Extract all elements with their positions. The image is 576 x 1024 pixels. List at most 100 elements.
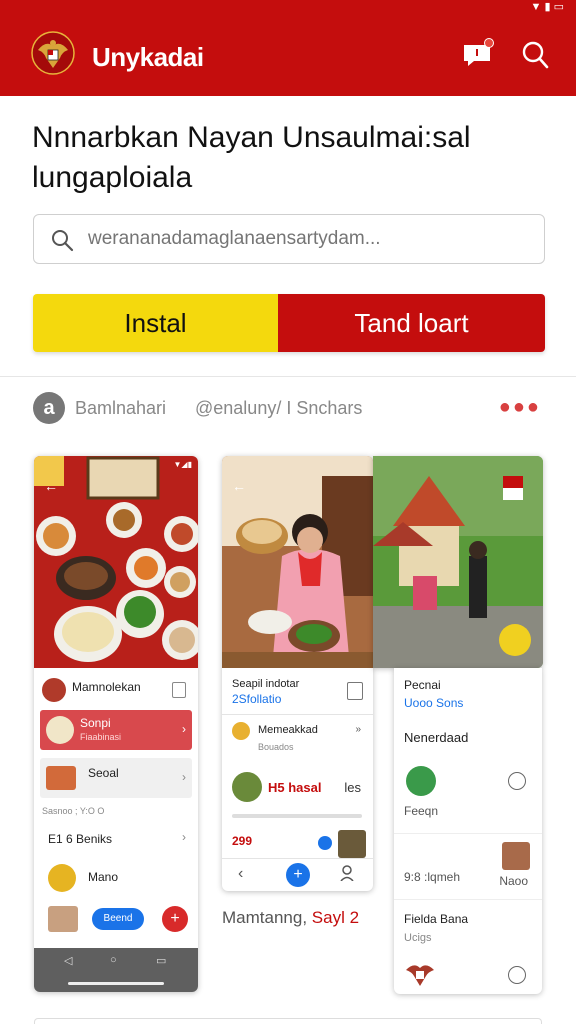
street-photo-image xyxy=(373,456,543,668)
list-item[interactable]: Seoal › xyxy=(34,758,198,798)
list-item[interactable]: E1 6 Beniks › xyxy=(34,824,198,854)
app-screenshot-2[interactable]: ← Seapil indotar 2Sfollatio Memeakkad Bo… xyxy=(222,456,373,891)
back-icon[interactable]: ← xyxy=(232,478,246,494)
app-screenshot-3[interactable]: Pecnai Uooo Sons Nenerdaad Feeqn 9:8 :lq… xyxy=(394,668,542,994)
caption-text: Mamtanng, xyxy=(222,908,308,927)
nav-bar: ◁ ○ ▭ xyxy=(34,948,198,992)
next-section-edge xyxy=(34,1018,542,1024)
header-title: Mamnolekan xyxy=(72,680,141,694)
item-title: H5 hasal xyxy=(268,780,322,795)
pill-button[interactable]: Beend xyxy=(92,908,144,930)
list-item[interactable]: Nenerdaad xyxy=(394,726,542,756)
search-icon[interactable] xyxy=(520,40,550,70)
list-item[interactable]: Fielda Bana Ucigs xyxy=(394,908,542,948)
avatar xyxy=(42,678,66,702)
screenshot-caption: Mamtanng, Sayl 2 xyxy=(222,908,359,928)
caption-highlight: Sayl 2 xyxy=(311,908,360,927)
list-header: Pecnai Uooo Sons xyxy=(394,676,542,716)
street-photo xyxy=(373,456,543,668)
header-subtitle: 2Sfollatio xyxy=(232,692,282,706)
item-value: Naoo xyxy=(499,874,528,888)
item-thumbnail xyxy=(46,716,74,744)
more-options-icon[interactable]: ●●● xyxy=(499,396,541,419)
item-title: Feeqn xyxy=(404,804,439,818)
mini-status-icons: ▼◢▮ xyxy=(173,460,192,469)
price-row: 299 xyxy=(222,828,373,858)
share-icon[interactable] xyxy=(347,682,363,700)
header-subtitle: Uooo Sons xyxy=(404,696,464,710)
comment-icon[interactable] xyxy=(508,772,526,790)
search-box[interactable] xyxy=(33,214,545,264)
search-icon xyxy=(52,230,74,252)
add-icon[interactable]: + xyxy=(162,906,188,932)
forward-icon[interactable]: » xyxy=(355,724,361,735)
price: 299 xyxy=(232,834,253,848)
item-thumbnail xyxy=(46,766,76,790)
install-button[interactable]: Instal xyxy=(33,294,278,352)
comment-icon[interactable] xyxy=(508,966,526,984)
share-icon[interactable] xyxy=(172,682,186,698)
chevron-right-icon: › xyxy=(182,722,186,736)
item-subtitle: Bouados xyxy=(258,742,294,752)
list-item[interactable]: Sonpi Fiaabinasi › xyxy=(34,710,198,750)
back-chevron-icon[interactable]: ‹ xyxy=(238,865,243,883)
nav-home-icon[interactable]: ○ xyxy=(110,954,117,966)
nav-recent-icon[interactable]: ▭ xyxy=(156,954,166,967)
food-photo xyxy=(34,456,198,668)
item-title: Memeakkad xyxy=(258,724,318,736)
list-header: Seapil indotar 2Sfollatio xyxy=(222,676,373,716)
header-title: Pecnai xyxy=(404,678,441,692)
secondary-button[interactable]: Tand loart xyxy=(278,294,545,352)
chevron-right-icon: › xyxy=(182,770,186,784)
add-icon[interactable]: + xyxy=(286,863,310,887)
list-item[interactable]: Beend + xyxy=(34,904,198,934)
app-bar: Unykadai xyxy=(0,14,576,96)
profile-icon[interactable] xyxy=(340,865,354,882)
item-title: Nenerdaad xyxy=(404,730,469,745)
item-subtitle: Sasnoo ; Y:O O xyxy=(42,806,105,816)
garuda-emblem-icon xyxy=(406,965,434,986)
notification-dot xyxy=(484,38,494,48)
item-title: Fielda Bana xyxy=(404,912,469,926)
list-item[interactable]: H5 hasal les xyxy=(222,768,373,808)
back-icon[interactable]: ← xyxy=(44,478,58,494)
list-header: Mamnolekan xyxy=(34,674,198,702)
chevron-right-icon: › xyxy=(182,830,186,844)
item-title: Seoal xyxy=(88,766,119,780)
divider xyxy=(0,376,576,377)
user-thumbnail xyxy=(338,830,366,858)
nav-back-icon[interactable]: ◁ xyxy=(64,954,72,967)
list-item[interactable]: 9:8 :lqmeh Naoo xyxy=(394,840,542,900)
list-item[interactable]: Feeqn xyxy=(394,764,542,834)
item-thumbnail xyxy=(502,842,530,870)
list-item[interactable]: Mano xyxy=(34,860,198,896)
item-thumbnail xyxy=(48,864,76,892)
header-title: Seapil indotar xyxy=(232,678,300,690)
list-item[interactable]: Memeakkad Bouados » xyxy=(222,718,373,758)
developer-name[interactable]: Bamlnahari xyxy=(75,398,166,419)
item-title: Sonpi xyxy=(80,716,111,730)
item-title: Mano xyxy=(88,870,119,884)
item-thumbnail xyxy=(232,772,262,802)
badge-icon xyxy=(318,836,332,850)
item-subtitle: Fiaabinasi xyxy=(80,732,122,742)
search-input[interactable] xyxy=(88,223,528,255)
list-item[interactable] xyxy=(394,960,542,992)
item-title: 9:8 :lqmeh xyxy=(404,870,461,884)
divider xyxy=(222,714,373,715)
bottom-nav: ‹ + xyxy=(222,858,373,891)
developer-avatar: a xyxy=(33,392,65,424)
item-title: E1 6 Beniks xyxy=(48,832,113,846)
developer-row[interactable]: a Bamlnahari @enaluny/ I Snchars ●●● xyxy=(33,392,545,424)
page-headline: Nnnarbkan Nayan Unsaulmai:sal lungaploia… xyxy=(32,121,471,194)
gesture-bar xyxy=(68,982,164,985)
item-thumbnail xyxy=(232,722,250,740)
status-bar: ▼ ▮ ▭ xyxy=(0,0,576,14)
progress-bar xyxy=(222,812,373,818)
item-thumbnail xyxy=(406,766,436,796)
garuda-logo-icon xyxy=(31,31,75,75)
item-subtitle: Ucigs xyxy=(404,932,432,944)
app-screenshot-1[interactable]: ▼◢▮ ← Mamnolekan Sonpi Fiaabinasi › Seoa… xyxy=(34,456,198,992)
developer-handle: @enaluny/ I Snchars xyxy=(195,398,363,418)
action-buttons: Instal Tand loart xyxy=(33,294,545,352)
